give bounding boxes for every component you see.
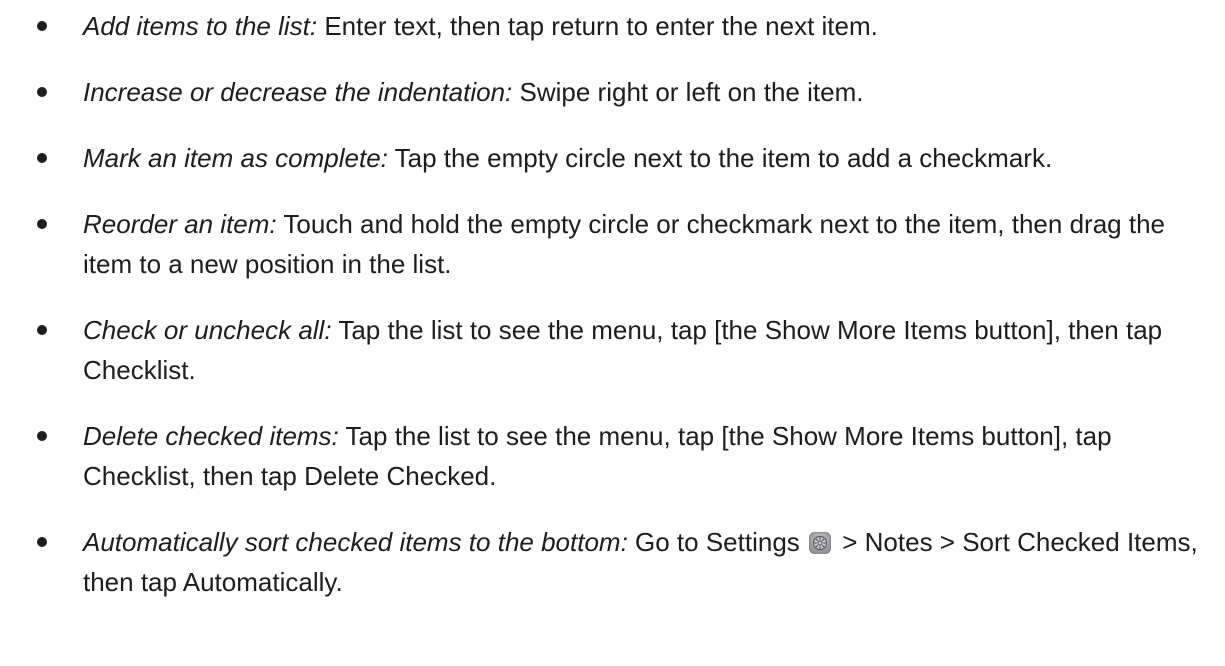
item-term: Check or uncheck all: (83, 315, 332, 345)
item-text: Enter text, then tap return to enter the… (317, 11, 878, 41)
bullet (37, 325, 47, 335)
bullet (37, 87, 47, 97)
bullet (37, 537, 47, 547)
item-text: Swipe right or left on the item. (512, 77, 864, 107)
list-item-auto-sort: Automatically sort checked items to the … (36, 522, 1216, 602)
bullet (37, 153, 47, 163)
item-term: Reorder an item: (83, 209, 277, 239)
item-text-before: Go to Settings (627, 527, 800, 557)
item-term: Increase or decrease the indentation: (83, 77, 513, 107)
item-term: Mark an item as complete: (83, 143, 388, 173)
list-item-mark-complete: Mark an item as complete: Tap the empty … (36, 138, 1216, 178)
settings-icon (809, 532, 831, 554)
list-item-delete-checked: Delete checked items: Tap the list to se… (36, 416, 1216, 496)
item-term: Add items to the list: (83, 11, 318, 41)
list-item-add-items: Add items to the list: Enter text, then … (36, 6, 1216, 46)
bullet (37, 431, 47, 441)
bullet (37, 219, 47, 229)
checklist-instructions: Add items to the list: Enter text, then … (36, 6, 1216, 628)
item-term: Automatically sort checked items to the … (83, 527, 628, 557)
item-term: Delete checked items: (83, 421, 339, 451)
list-item-indentation: Increase or decrease the indentation: Sw… (36, 72, 1216, 112)
bullet (37, 21, 47, 31)
list-item-reorder: Reorder an item: Touch and hold the empt… (36, 204, 1216, 284)
item-text: Tap the empty circle next to the item to… (387, 143, 1053, 173)
list-item-check-all: Check or uncheck all: Tap the list to se… (36, 310, 1216, 390)
